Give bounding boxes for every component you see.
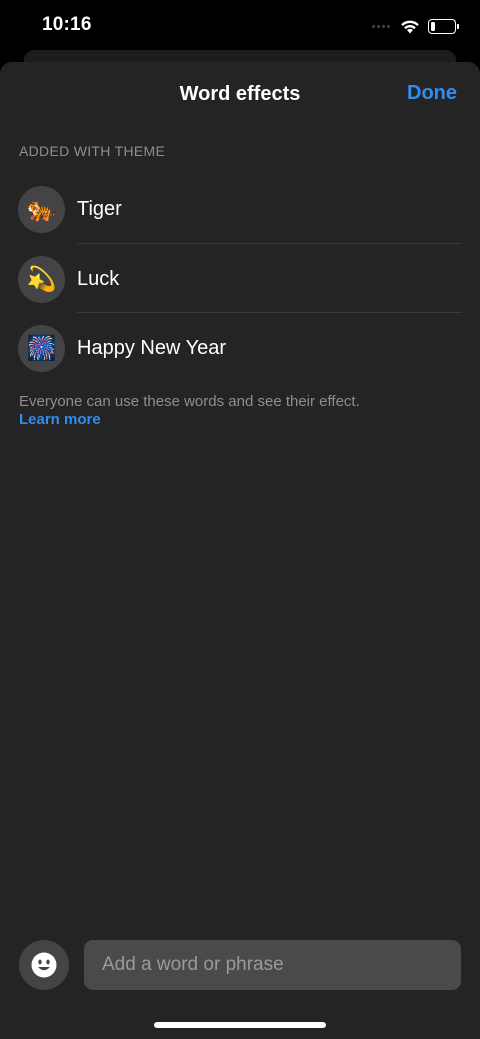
wifi-icon [401, 20, 419, 33]
home-indicator[interactable] [154, 1022, 326, 1028]
status-bar: 10:16 [0, 0, 480, 52]
dizzy-star-icon: 💫 [18, 255, 65, 303]
effect-row-tiger[interactable]: 🐅 Tiger [0, 174, 480, 244]
word-effects-sheet: Word effects Done ADDED WITH THEME 🐅 Tig… [0, 62, 480, 1039]
status-time: 10:16 [42, 14, 92, 35]
done-button[interactable]: Done [407, 82, 457, 105]
battery-icon [428, 18, 459, 34]
effects-list: 🐅 Tiger 💫 Luck 🎆 Happy New Year [0, 174, 480, 383]
battery-level [431, 21, 435, 31]
sheet-header: Word effects Done [0, 62, 480, 128]
effect-label: Luck [77, 267, 120, 290]
effect-row-happy-new-year[interactable]: 🎆 Happy New Year [0, 313, 480, 383]
effect-label: Tiger [77, 198, 122, 220]
effect-row-luck[interactable]: 💫 Luck [0, 244, 480, 313]
smiley-face-icon [31, 952, 57, 978]
effect-label: Happy New Year [77, 337, 226, 359]
learn-more-link[interactable]: Learn more [19, 411, 459, 429]
add-phrase-input[interactable] [84, 940, 461, 990]
composer-bar [0, 938, 480, 994]
tiger-icon: 🐅 [18, 186, 65, 233]
footer-note-text: Everyone can use these words and see the… [19, 393, 360, 410]
cellular-signal-icon [372, 24, 390, 28]
fireworks-icon: 🎆 [18, 325, 65, 372]
footer-note: Everyone can use these words and see the… [19, 393, 459, 429]
emoji-button[interactable] [19, 940, 69, 990]
status-indicators [372, 16, 459, 36]
section-header: ADDED WITH THEME [19, 143, 166, 159]
